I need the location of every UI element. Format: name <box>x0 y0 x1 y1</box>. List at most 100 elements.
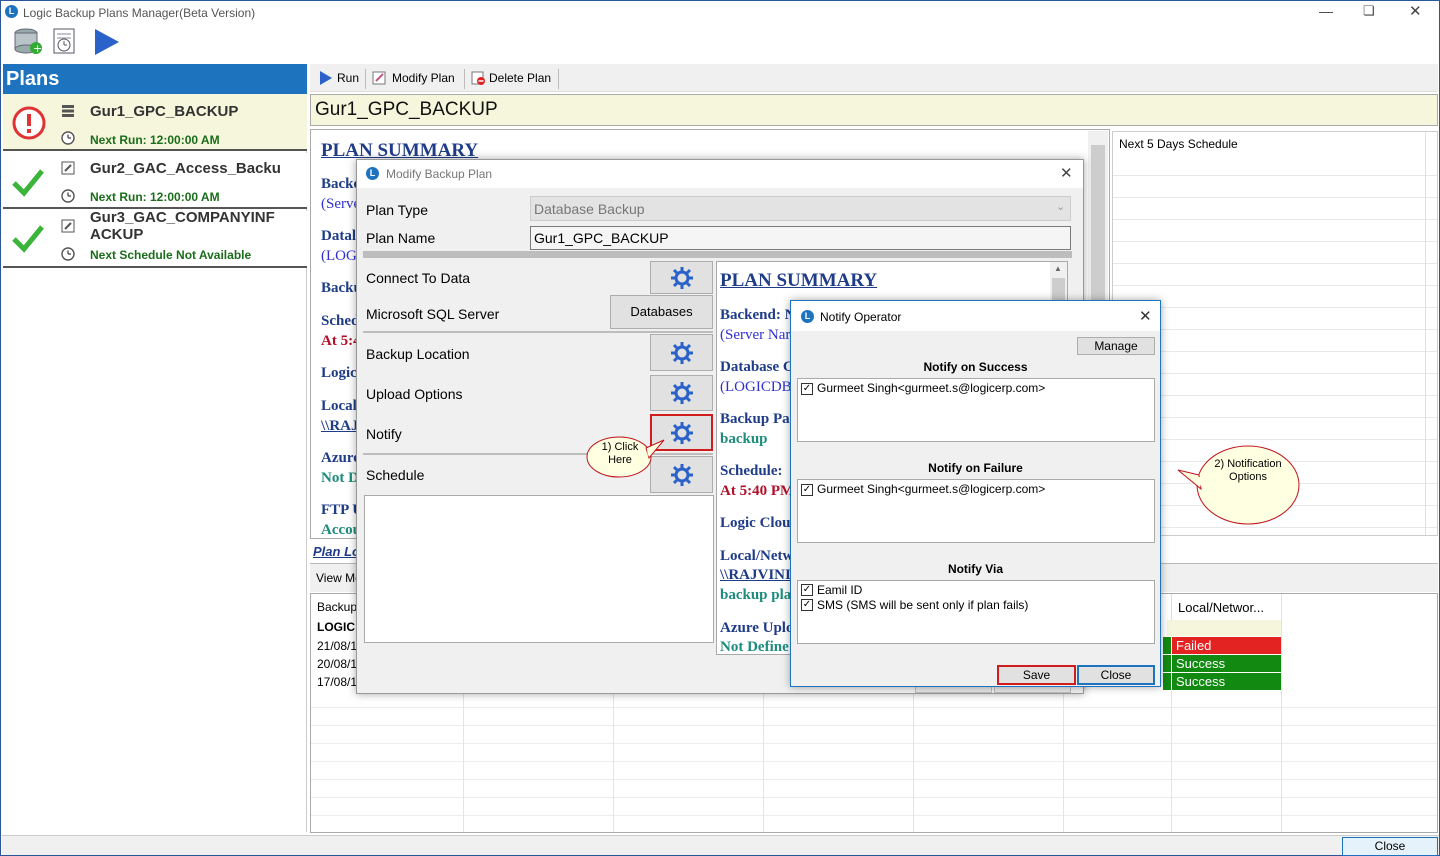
summary-line: Logic Clou <box>720 515 791 531</box>
plan-name-input[interactable]: Gur1_GPC_BACKUP <box>530 226 1071 250</box>
database-icon <box>61 104 75 118</box>
summary-line: Logic <box>321 365 357 381</box>
schedule-label: Schedule <box>366 467 425 483</box>
local-network-header-label: Local/Networ... <box>1178 600 1264 615</box>
email-label[interactable]: Eamil ID <box>817 583 862 597</box>
app-icon: L <box>801 310 814 323</box>
log-date: 21/08/1 <box>317 639 358 653</box>
minimize-icon[interactable]: — <box>1319 3 1333 19</box>
notify-success-title: Notify on Success <box>923 360 1028 374</box>
summary-line: \\RAJVINI <box>720 567 791 583</box>
close-icon[interactable]: ✕ <box>1060 164 1073 182</box>
grid-divider <box>1425 132 1426 535</box>
sms-label[interactable]: SMS (SMS will be sent only if plan fails… <box>817 598 1028 612</box>
summary-line: Azure <box>321 450 360 466</box>
next-run: Next Run: 12:00:00 AM <box>90 190 220 204</box>
backup-location-settings-button[interactable] <box>650 334 713 371</box>
notify-operator-dialog: L Notify Operator ✕ Manage Notify on Suc… <box>790 300 1161 687</box>
upload-options-settings-button[interactable] <box>650 375 713 411</box>
backup-location-label: Backup Location <box>366 346 470 362</box>
close-icon[interactable]: ✕ <box>1409 2 1422 20</box>
schedule-panel-title: Next 5 Days Schedule <box>1119 137 1238 151</box>
plan-type-label: Plan Type <box>366 202 429 218</box>
save-label: Save <box>1022 668 1051 682</box>
schedule-icon[interactable] <box>51 27 79 55</box>
status-strip <box>1163 637 1171 654</box>
failure-list: ✓ Gurmeet Singh<gurmeet.s@logicerp.com> <box>797 479 1155 543</box>
summary-line: Local/Netw <box>720 548 794 564</box>
gear-icon <box>670 342 693 364</box>
col-divider <box>1281 594 1282 832</box>
status-success: Success <box>1172 673 1281 690</box>
separator <box>363 331 713 333</box>
summary-line: (Server Nar <box>720 327 791 343</box>
app-icon: L <box>5 5 18 18</box>
restore-icon[interactable]: ❏ <box>1363 3 1375 19</box>
plan-item-2[interactable]: Gur2_GAC_Access_Backu Next Run: 12:00:00… <box>3 153 307 209</box>
log-header-label: Backup <box>317 600 358 614</box>
check-icon <box>11 165 45 199</box>
svg-text:+: + <box>33 42 42 55</box>
scroll-up-icon[interactable]: ▲ <box>1054 264 1062 273</box>
group-row-fill <box>1167 620 1281 636</box>
success-item-checkbox[interactable]: ✓ <box>801 383 813 395</box>
modify-plan-button[interactable]: Modify Plan <box>372 70 462 88</box>
summary-line: backup pla <box>720 587 792 603</box>
summary-line: Schedule: <box>720 463 783 479</box>
bottom-bar <box>2 835 1439 855</box>
via-list: ✓ Eamil ID ✓ SMS (SMS will be sent only … <box>797 580 1155 644</box>
delete-icon <box>471 71 485 85</box>
status-text: Success <box>1176 674 1226 689</box>
schedule-textarea[interactable] <box>364 495 714 643</box>
databases-button[interactable]: Databases <box>610 295 713 329</box>
plan-item-1[interactable]: Gur1_GPC_BACKUP Next Run: 12:00:00 AM <box>3 94 307 151</box>
delete-plan-button[interactable]: Delete Plan <box>471 70 556 88</box>
failure-item-label[interactable]: Gurmeet Singh<gurmeet.s@logicerp.com> <box>817 482 1045 496</box>
plan-name-label: Plan Name <box>366 230 436 246</box>
plan-item-3[interactable]: Gur3_GAC_COMPANYINF ACKUP Next Schedule … <box>3 211 307 268</box>
connect-settings-button[interactable] <box>650 261 713 294</box>
summary-line: Datal <box>321 228 356 244</box>
main-close-button[interactable]: Close <box>1342 837 1438 856</box>
separator <box>363 251 1072 258</box>
sms-checkbox[interactable]: ✓ <box>801 599 813 611</box>
plan-log-link[interactable]: Plan Lo <box>313 544 360 559</box>
save-button[interactable]: Save <box>997 665 1076 685</box>
dialog-titlebar: L Notify Operator ✕ <box>791 301 1160 331</box>
toolbar-separator <box>365 69 366 89</box>
add-database-icon[interactable]: + <box>13 27 43 55</box>
success-item-label[interactable]: Gurmeet Singh<gurmeet.s@logicerp.com> <box>817 381 1045 395</box>
dialog-summary-heading: PLAN SUMMARY <box>720 270 878 291</box>
modify-plan-label: Modify Plan <box>392 71 455 85</box>
sql-server-label: Microsoft SQL Server <box>366 306 500 322</box>
summary-line: (Serve <box>321 196 361 212</box>
summary-line: backup <box>720 431 768 447</box>
view-mode-label[interactable]: View Mo <box>316 571 362 585</box>
email-checkbox[interactable]: ✓ <box>801 584 813 596</box>
sidebar-title: Plans <box>6 68 60 90</box>
dialog-titlebar: L Modify Backup Plan ✕ <box>357 160 1083 188</box>
status-strip <box>1163 673 1171 690</box>
error-icon <box>12 106 46 140</box>
upload-options-label: Upload Options <box>366 386 463 402</box>
summary-line: At 5:4 <box>321 333 361 349</box>
plan-type-select[interactable]: Database Backup ⌄ <box>530 196 1071 221</box>
app-icon: L <box>366 167 379 180</box>
plan-title-bar: Gur1_GPC_BACKUP <box>310 94 1438 126</box>
notify-close-button[interactable]: Close <box>1077 665 1155 685</box>
main-close-label: Close <box>1374 839 1406 853</box>
edit-icon <box>372 71 386 85</box>
callout-click-here-text: 1) Click Here <box>601 441 639 466</box>
col-divider <box>463 690 464 832</box>
close-icon[interactable]: ✕ <box>1139 307 1152 325</box>
title-bar: L Logic Backup Plans Manager(Beta Versio… <box>1 1 1439 25</box>
summary-line: (LOG <box>321 248 357 264</box>
run-icon[interactable] <box>93 27 121 57</box>
failure-item-checkbox[interactable]: ✓ <box>801 484 813 496</box>
manage-button[interactable]: Manage <box>1077 337 1155 355</box>
local-network-header[interactable]: Local/Networ... <box>1172 594 1282 620</box>
callout-notification-options-text: 2) Notification Options <box>1214 458 1282 483</box>
summary-line: Database C <box>720 359 794 375</box>
summary-line: Not D <box>321 470 359 486</box>
plan-name-value: Gur1_GPC_BACKUP <box>534 230 669 246</box>
